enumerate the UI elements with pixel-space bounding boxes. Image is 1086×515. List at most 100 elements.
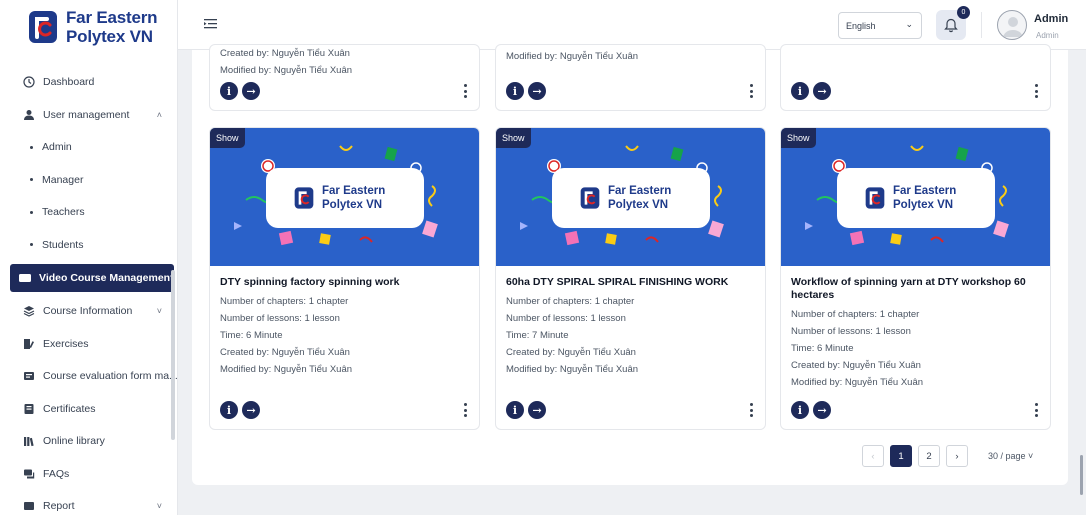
thumbnail-line1: Far Eastern bbox=[608, 185, 672, 197]
course-card[interactable]: Show Far Eastern Polytex VN DTY spinning … bbox=[209, 127, 480, 430]
bullet-icon bbox=[30, 243, 33, 247]
course-title[interactable]: 60ha DTY SPIRAL SPIRAL FINISHING WORK bbox=[496, 266, 765, 293]
sidebar-item-manager[interactable]: Manager bbox=[0, 164, 178, 197]
info-icon[interactable]: i bbox=[791, 401, 809, 419]
more-options-icon[interactable] bbox=[1034, 403, 1038, 417]
brand-line2: Polytex VN bbox=[66, 27, 153, 46]
sidebar-item-admin[interactable]: Admin bbox=[0, 131, 178, 164]
arrow-right-icon[interactable]: → bbox=[528, 401, 546, 419]
fepv-logo-icon bbox=[294, 187, 314, 209]
fepv-logo-icon bbox=[865, 187, 885, 209]
course-chapters: Number of chapters: 1 chapter bbox=[791, 309, 920, 320]
course-thumbnail[interactable]: Show Far Eastern Polytex VN bbox=[210, 128, 479, 266]
sidebar-item-faqs[interactable]: FAQs bbox=[0, 458, 178, 491]
notification-count-badge: 0 bbox=[957, 6, 970, 19]
course-card[interactable]: Show Far Eastern Polytex VN Workflow of s… bbox=[780, 127, 1051, 430]
bullet-icon bbox=[30, 178, 33, 182]
sidebar-item-label: FAQs bbox=[43, 467, 70, 480]
user-role: Admin bbox=[1036, 31, 1059, 40]
page-button-2[interactable]: 2 bbox=[918, 445, 940, 467]
course-chapters: Number of chapters: 1 chapter bbox=[220, 296, 349, 307]
avatar[interactable] bbox=[997, 10, 1027, 40]
user-name[interactable]: Admin bbox=[1034, 13, 1068, 25]
chevron-down-icon: ˅ bbox=[156, 501, 162, 512]
info-icon[interactable]: i bbox=[506, 401, 524, 419]
page-size-select[interactable]: 30 / page ˅ bbox=[988, 451, 1033, 461]
sidebar-item-exercises[interactable]: Exercises bbox=[0, 328, 178, 361]
arrow-right-icon[interactable]: → bbox=[528, 82, 546, 100]
course-time: Time: 6 Minute bbox=[220, 330, 283, 341]
more-options-icon[interactable] bbox=[463, 403, 467, 417]
sidebar-item-course-information[interactable]: Course Information ˅ bbox=[0, 295, 178, 328]
status-badge: Show bbox=[781, 128, 816, 148]
sidebar-item-report[interactable]: Report ˅ bbox=[0, 490, 178, 515]
more-options-icon[interactable] bbox=[749, 84, 753, 98]
sidebar-item-course-evaluation-form[interactable]: Course evaluation form ma... bbox=[0, 360, 178, 393]
course-title[interactable]: DTY spinning factory spinning work bbox=[210, 266, 479, 293]
menu-collapse-icon[interactable] bbox=[204, 17, 218, 31]
info-icon[interactable]: i bbox=[791, 82, 809, 100]
page-scrollbar[interactable] bbox=[1080, 455, 1083, 495]
sidebar-scrollbar[interactable] bbox=[171, 270, 175, 440]
bell-icon bbox=[944, 18, 958, 32]
course-card[interactable]: Show Far Eastern Polytex VN 60ha DTY SPIR… bbox=[495, 127, 766, 430]
course-time: Time: 6 Minute bbox=[791, 343, 854, 354]
prev-page-button[interactable]: ‹ bbox=[862, 445, 884, 467]
brand-line1: Far Eastern bbox=[66, 8, 158, 27]
sidebar-item-label: Course Information bbox=[43, 305, 133, 318]
course-title[interactable]: Workflow of spinning yarn at DTY worksho… bbox=[781, 266, 1050, 306]
course-card[interactable]: i → bbox=[780, 44, 1051, 111]
arrow-right-icon[interactable]: → bbox=[813, 82, 831, 100]
info-icon[interactable]: i bbox=[220, 82, 238, 100]
sidebar-item-students[interactable]: Students bbox=[0, 229, 178, 262]
course-lessons: Number of lessons: 1 lesson bbox=[791, 326, 911, 337]
sidebar-item-video-course-management[interactable]: Video Course Management bbox=[10, 264, 174, 292]
more-options-icon[interactable] bbox=[1034, 84, 1038, 98]
more-options-icon[interactable] bbox=[749, 403, 753, 417]
sidebar-nav: Dashboard User management ˄ Admin Manage… bbox=[0, 66, 178, 515]
course-created-by: Created by: Nguyễn Tiểu Xuân bbox=[791, 360, 921, 371]
sidebar-item-online-library[interactable]: Online library bbox=[0, 425, 178, 458]
thumbnail-line1: Far Eastern bbox=[322, 185, 386, 197]
clock-icon bbox=[22, 75, 36, 89]
chat-icon bbox=[22, 467, 36, 481]
sidebar-item-label: Course evaluation form ma... bbox=[43, 370, 178, 383]
card-actions: i → bbox=[506, 82, 546, 100]
report-icon bbox=[22, 499, 36, 513]
sidebar-item-label: Students bbox=[42, 238, 84, 251]
sidebar-item-teachers[interactable]: Teachers bbox=[0, 196, 178, 229]
sidebar-item-label: Online library bbox=[43, 435, 105, 448]
course-lessons: Number of lessons: 1 lesson bbox=[506, 313, 626, 324]
sidebar-item-user-management[interactable]: User management ˄ bbox=[0, 99, 178, 132]
course-thumbnail[interactable]: Show Far Eastern Polytex VN bbox=[496, 128, 765, 266]
course-created-by: Created by: Nguyễn Tiểu Xuân bbox=[220, 48, 350, 59]
course-card[interactable]: Modified by: Nguyễn Tiểu Xuân i → bbox=[495, 44, 766, 111]
brand-logo[interactable]: Far Eastern Polytex VN bbox=[28, 8, 158, 46]
arrow-right-icon[interactable]: → bbox=[242, 82, 260, 100]
info-icon[interactable]: i bbox=[220, 401, 238, 419]
course-thumbnail[interactable]: Show Far Eastern Polytex VN bbox=[781, 128, 1050, 266]
fepv-logo-icon bbox=[580, 187, 600, 209]
certificate-icon bbox=[22, 402, 36, 416]
page-button-1[interactable]: 1 bbox=[890, 445, 912, 467]
more-options-icon[interactable] bbox=[463, 84, 467, 98]
library-icon bbox=[22, 434, 36, 448]
next-page-button[interactable]: › bbox=[946, 445, 968, 467]
language-select[interactable]: English ⌄ bbox=[838, 12, 922, 39]
course-card[interactable]: Created by: Nguyễn Tiểu Xuân Modified by… bbox=[209, 44, 480, 111]
arrow-right-icon[interactable]: → bbox=[242, 401, 260, 419]
thumbnail-line2: Polytex VN bbox=[322, 199, 383, 211]
fepv-logo-icon bbox=[29, 11, 57, 43]
course-modified-by: Modified by: Nguyễn Tiểu Xuân bbox=[506, 51, 639, 62]
course-modified-by: Modified by: Nguyễn Tiểu Xuân bbox=[220, 65, 353, 76]
card-actions: i → bbox=[220, 401, 260, 419]
status-badge: Show bbox=[496, 128, 531, 148]
course-modified-by: Modified by: Nguyễn Tiểu Xuân bbox=[791, 377, 924, 388]
pencil-icon bbox=[22, 337, 36, 351]
arrow-right-icon[interactable]: → bbox=[813, 401, 831, 419]
sidebar-item-dashboard[interactable]: Dashboard bbox=[0, 66, 178, 99]
bullet-icon bbox=[30, 145, 33, 149]
sidebar-item-certificates[interactable]: Certificates bbox=[0, 393, 178, 426]
info-icon[interactable]: i bbox=[506, 82, 524, 100]
thumbnail-line2: Polytex VN bbox=[608, 199, 669, 211]
